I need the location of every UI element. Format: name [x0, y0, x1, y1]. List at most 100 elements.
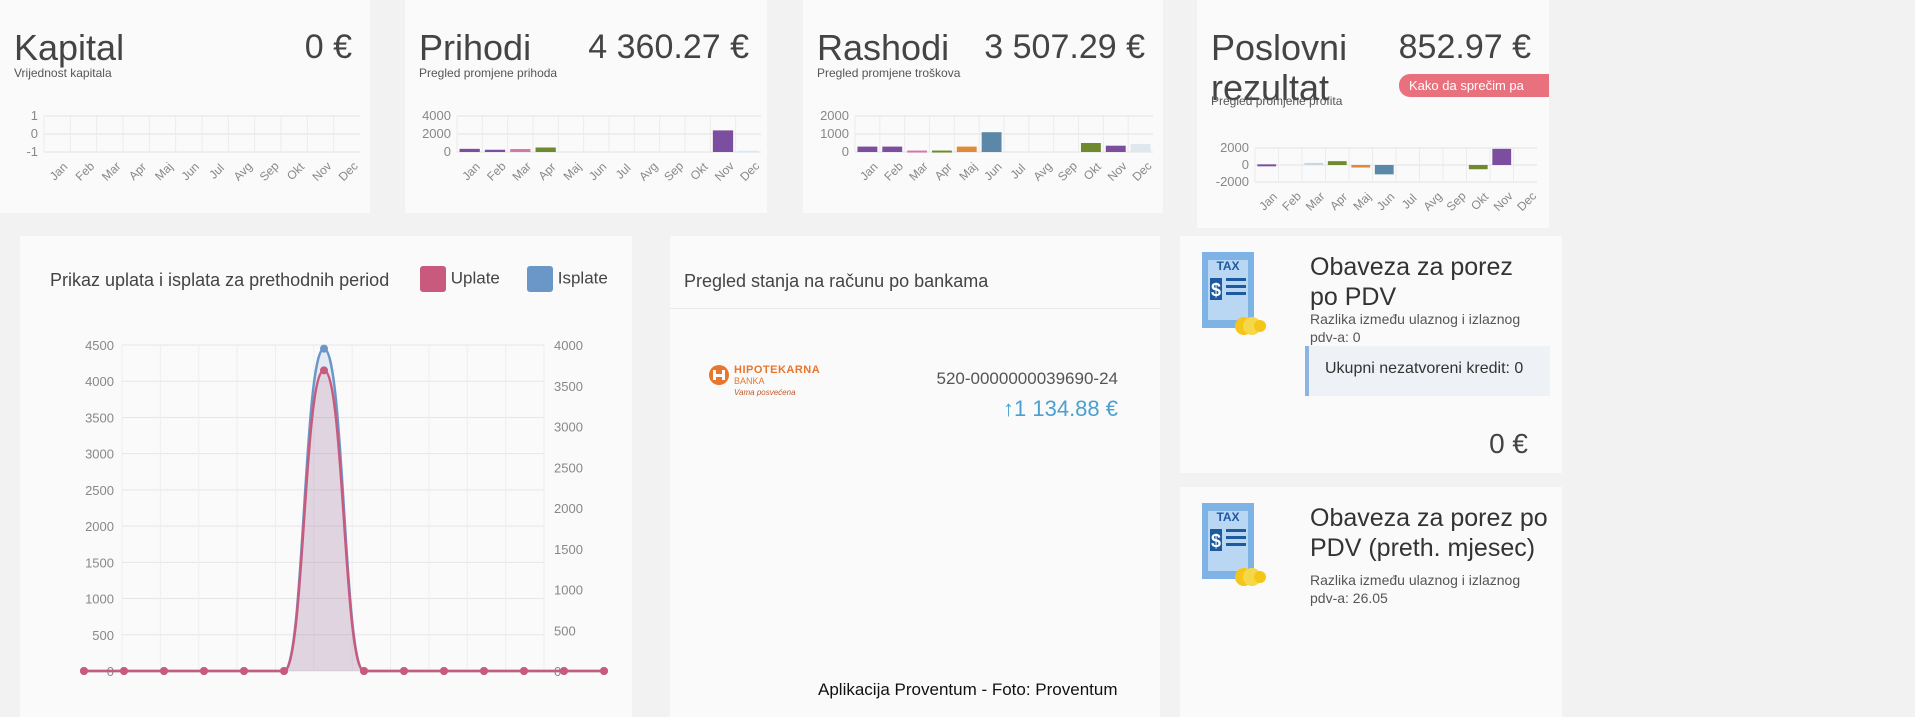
- y-tick-label: 2000: [820, 108, 849, 123]
- y2-tick-label: 4000: [554, 338, 583, 353]
- x-tick-label: Jun: [981, 160, 1005, 184]
- x-tick-label: Apr: [126, 160, 149, 183]
- bank-account-number[interactable]: 520-0000000039690-24: [936, 369, 1118, 389]
- tax-document-icon: TAX $: [1202, 503, 1266, 586]
- bank-divider: [670, 308, 1160, 309]
- payments-title: Prikaz uplata i isplata za prethodnih pe…: [50, 270, 390, 290]
- point-uplate: [440, 667, 448, 675]
- y-tick-label: 2000: [85, 519, 114, 534]
- kpi-title: Kapital: [14, 27, 125, 68]
- kpi-value: 852.97 €: [1398, 28, 1531, 66]
- rashodi-chart: 2000 1000 0 Jan Feb Mar Apr Maj Jun Jul Avg Sep Okt N…: [820, 108, 1155, 184]
- x-tick-label: Mar: [1303, 189, 1328, 214]
- y-tick-label: 4000: [422, 108, 451, 123]
- payments-line-chart: 4500400035003000250020001500100050004000…: [80, 338, 608, 679]
- photo-caption: Aplikacija Proventum - Foto: Proventum: [818, 680, 1118, 699]
- payments-chart-card: Prikaz uplata i isplata za prethodnih pe…: [20, 236, 632, 717]
- x-tick-label: Sep: [257, 159, 282, 184]
- kpi-subtitle: Vrijednost kapitala: [14, 66, 112, 80]
- bar-mar: [1304, 162, 1324, 165]
- bar-mar: [510, 149, 531, 152]
- y-tick-label: 0: [1242, 157, 1249, 172]
- bank-balance: ↑1 134.88 €: [1003, 396, 1118, 422]
- y2-tick-label: 1500: [554, 542, 583, 557]
- legend-isplate[interactable]: Isplate: [527, 266, 608, 292]
- x-tick-label: Jan: [857, 160, 881, 184]
- tax-amount: 0 €: [1489, 428, 1528, 459]
- bar-mar: [907, 150, 928, 153]
- point-isplate: [320, 344, 328, 353]
- y-tick-label: 0: [31, 126, 38, 141]
- y-tick-label: 4000: [85, 374, 114, 389]
- x-tick-label: Maj: [956, 160, 980, 184]
- y2-tick-label: 3500: [554, 379, 583, 394]
- point-uplate: [560, 667, 568, 675]
- tax-icon-label: TAX: [1216, 259, 1239, 273]
- legend-uplate[interactable]: Uplate: [420, 266, 500, 292]
- x-tick-label: Sep: [1055, 159, 1080, 184]
- x-tick-label: Jun: [1374, 190, 1398, 214]
- point-uplate: [240, 667, 248, 675]
- bar-dec: [1130, 143, 1151, 152]
- arrow-up-icon: ↑: [1003, 396, 1015, 421]
- svg-text:$: $: [1211, 280, 1221, 300]
- bar-jun: [1374, 165, 1394, 175]
- x-tick-label: Feb: [881, 159, 906, 184]
- x-tick-label: Maj: [152, 160, 176, 184]
- y2-tick-label: 500: [554, 623, 576, 638]
- x-tick-label: Okt: [688, 159, 712, 183]
- x-tick-label: Avg: [1030, 159, 1054, 183]
- x-tick-label: Avg: [231, 159, 255, 183]
- kpi-subtitle: Pregled promjene troškova: [817, 66, 961, 80]
- x-tick-label: Maj: [561, 160, 585, 184]
- y2-tick-label: 2500: [554, 460, 583, 475]
- bar-nov: [712, 130, 734, 152]
- kpi-value: 0 €: [304, 28, 352, 66]
- x-tick-label: Apr: [1327, 190, 1350, 213]
- point-uplate: [400, 667, 408, 675]
- tax-document-icon: TAX $: [1202, 252, 1266, 335]
- tax-card-pdv-prev-month: TAX $ Obaveza za porez po PDV (preth. mj…: [1180, 487, 1562, 717]
- x-tick-label: Okt: [1468, 189, 1492, 213]
- help-badge[interactable]: Kako da sprečim pa: [1399, 74, 1549, 97]
- kpi-card-rashodi: Rashodi 3 507.29 € Pregled promjene troš…: [803, 0, 1163, 213]
- y-tick-label: 0: [842, 144, 849, 159]
- x-tick-label: Nov: [309, 159, 334, 184]
- bank-name-sub: BANKA: [734, 376, 765, 386]
- kpi-value: 4 360.27 €: [588, 28, 749, 66]
- y-tick-label: 1500: [85, 555, 114, 570]
- x-tick-label: Jul: [1007, 161, 1028, 182]
- x-tick-label: Nov: [712, 159, 737, 184]
- bar-okt: [1468, 165, 1488, 170]
- y2-tick-label: 1000: [554, 583, 583, 598]
- x-tick-label: Avg: [636, 159, 660, 183]
- y-tick-label: 3500: [85, 410, 114, 425]
- kpi-title: Prihodi: [419, 27, 532, 68]
- bar-apr: [535, 147, 556, 152]
- kpi-card-poslovni-rezultat: Poslovni rezultat 852.97 € Kako da spreč…: [1197, 0, 1549, 228]
- bar-feb: [882, 146, 903, 152]
- kapital-chart: 1 0 -1 Jan Feb Mar Apr Maj Jun Jul Avg Sep Okt Nov Dec: [26, 108, 360, 184]
- point-uplate: [360, 667, 368, 675]
- tax-icon-label: TAX: [1216, 510, 1239, 524]
- kpi-card-kapital: Kapital 0 € Vrijednost kapitala 1 0 -1 Jan F…: [0, 0, 370, 213]
- x-tick-label: Jan: [459, 160, 483, 184]
- y-tick-label: 500: [92, 628, 114, 643]
- bank-card: Pregled stanja na računu po bankama HIPO…: [670, 236, 1160, 717]
- bank-name: HIPOTEKARNA: [734, 364, 821, 376]
- y2-tick-label: 3000: [554, 420, 583, 435]
- x-tick-label: Dec: [737, 159, 762, 184]
- tax-title: Obaveza za porez po PDV (preth. mjesec): [1310, 504, 1548, 562]
- y-tick-label: 1000: [85, 592, 114, 607]
- bar-maj: [1351, 165, 1371, 168]
- bar-apr: [931, 150, 952, 153]
- bar-nov: [1105, 145, 1126, 152]
- point-uplate: [120, 667, 128, 675]
- bar-jan: [857, 146, 878, 152]
- x-tick-label: Jul: [206, 161, 227, 182]
- x-tick-label: Dec: [1130, 159, 1155, 184]
- bank-title: Pregled stanja na računu po bankama: [684, 271, 989, 291]
- point-uplate: [160, 667, 168, 675]
- tax-subtitle: Razlika između ulaznog i izlaznog pdv-a:…: [1310, 572, 1521, 606]
- x-tick-label: Apr: [536, 160, 559, 183]
